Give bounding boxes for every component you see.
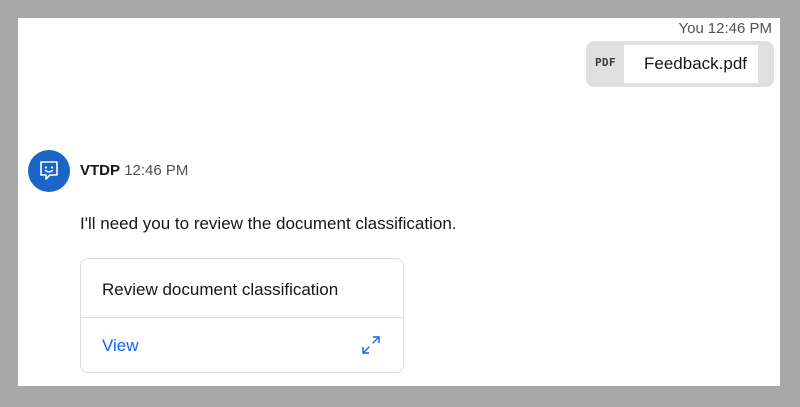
- card-title: Review document classification: [102, 280, 339, 299]
- card-divider: [81, 317, 403, 318]
- file-attachment[interactable]: PDF Feedback.pdf: [586, 41, 774, 87]
- bot-message-header: VTDP 12:46 PM: [80, 162, 188, 179]
- user-sender-name: You: [678, 20, 704, 37]
- file-type-label: PDF: [595, 56, 616, 69]
- bot-sender-name: VTDP: [80, 162, 121, 179]
- view-link[interactable]: View: [102, 336, 139, 356]
- user-message-time: 12:46 PM: [707, 20, 772, 37]
- chat-window: You 12:46 PM PDF Feedback.pdf VTDP 12:46 …: [18, 18, 780, 386]
- bot-message-time: 12:46 PM: [124, 162, 189, 179]
- file-name[interactable]: Feedback.pdf: [624, 45, 758, 83]
- review-card: Review document classification View: [80, 258, 404, 373]
- expand-icon[interactable]: [360, 334, 382, 356]
- chat-bot-icon: [40, 161, 58, 180]
- bot-message-text: I'll need you to review the document cla…: [80, 214, 457, 233]
- bot-avatar: [28, 150, 70, 192]
- user-message-header: You 12:46 PM: [678, 20, 772, 37]
